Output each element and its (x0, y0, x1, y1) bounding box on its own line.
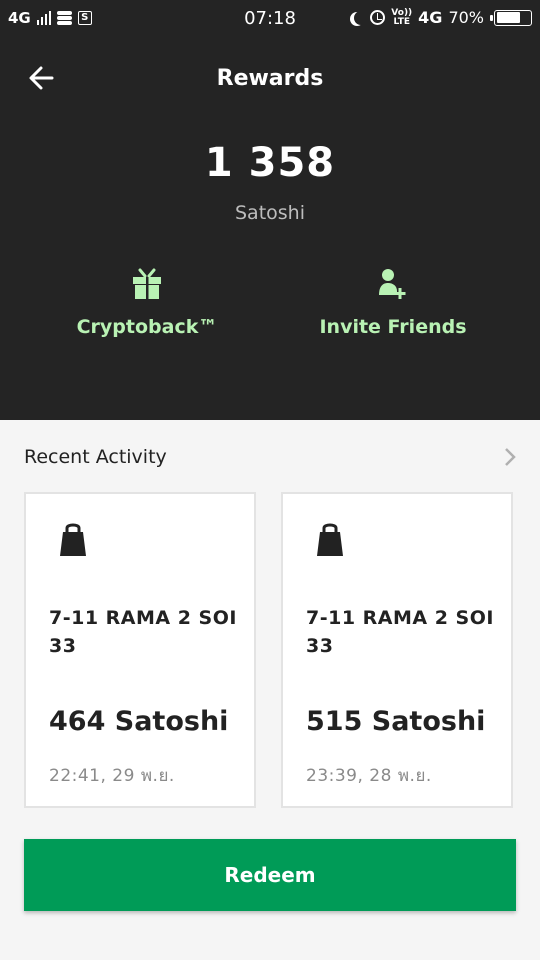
reward-amount: 515 Satoshi (306, 706, 486, 737)
merchant-name: 7-11 RAMA 2 SOI 33 (49, 607, 237, 657)
invite-friends-button[interactable]: Invite Friends (273, 262, 513, 338)
chevron-right-icon[interactable] (502, 446, 518, 468)
gift-icon (133, 268, 161, 299)
moon-icon (354, 11, 368, 25)
shopping-bag-icon (317, 523, 343, 556)
status-bar: 4G S 07:18 Vo)) LTE 4G 70% (0, 0, 540, 38)
redeem-button[interactable]: Redeem (24, 839, 516, 911)
merchant-name: 7-11 RAMA 2 SOI 33 (306, 607, 494, 657)
alarm-icon (370, 10, 386, 25)
satoshi-balance: 1 358 (204, 140, 336, 186)
activity-date: 23:39, 28 พ.ย. (306, 766, 432, 786)
battery-percent: 70% (448, 8, 484, 27)
battery-fill (496, 12, 520, 23)
volte-icon: Vo)) LTE (391, 7, 413, 27)
activity-card[interactable]: 7-11 RAMA 2 SOI 33 515 Satoshi 23:39, 28… (281, 492, 513, 808)
activity-card[interactable]: 7-11 RAMA 2 SOI 33 464 Satoshi 22:41, 29… (24, 492, 256, 808)
rewards-header: 4G S 07:18 Vo)) LTE 4G 70% Rewards 1 358… (0, 0, 540, 420)
add-user-icon (379, 269, 406, 299)
cryptoback-label: Cryptoback™ (76, 316, 218, 338)
shopping-bag-icon (60, 523, 86, 556)
activity-date: 22:41, 29 พ.ย. (49, 766, 175, 786)
battery-icon (490, 9, 532, 26)
network2-label: 4G (418, 8, 443, 27)
page-title: Rewards (216, 66, 324, 91)
reward-amount: 464 Satoshi (49, 706, 229, 737)
balance-unit: Satoshi (235, 202, 305, 224)
invite-friends-label: Invite Friends (319, 316, 467, 338)
recent-activity-heading: Recent Activity (24, 446, 167, 468)
cryptoback-button[interactable]: Cryptoback™ (27, 262, 267, 338)
